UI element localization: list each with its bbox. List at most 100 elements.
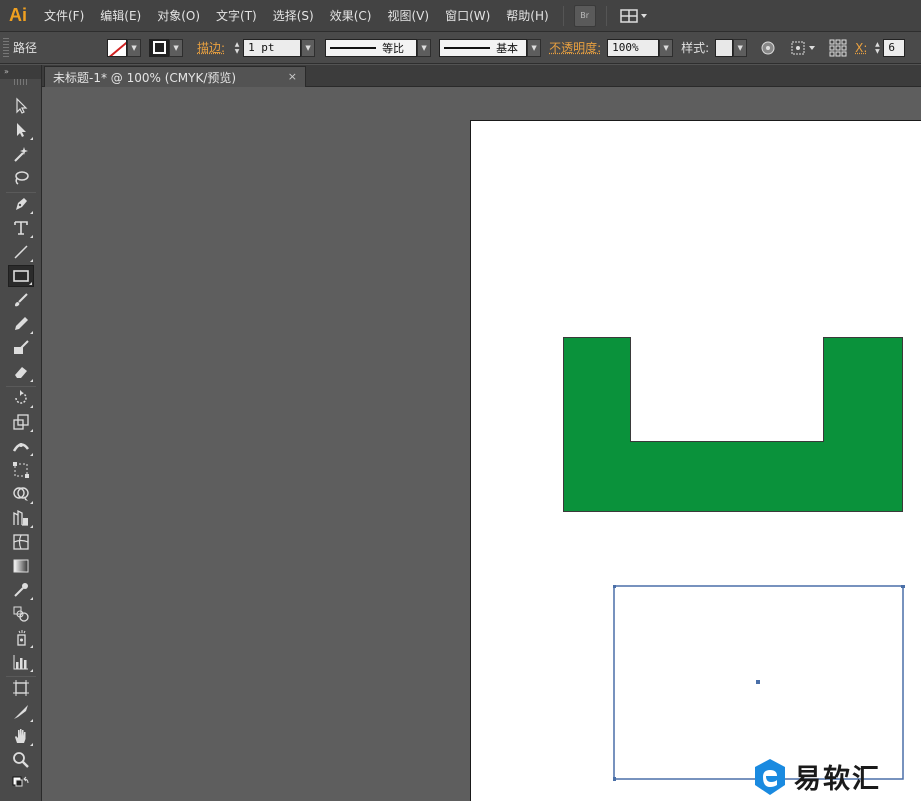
grid-icon <box>829 39 847 56</box>
gradient-tool[interactable] <box>8 555 34 577</box>
green-u-shape[interactable] <box>563 337 904 513</box>
perspective-grid-tool[interactable] <box>8 507 34 529</box>
opacity-dropdown[interactable]: ▼ <box>659 38 674 57</box>
menu-effect[interactable]: 效果(C) <box>322 0 380 32</box>
eyedropper-tool[interactable] <box>8 579 34 601</box>
x-position-stepper[interactable]: ▲ ▼ <box>871 39 883 57</box>
close-tab-icon[interactable]: × <box>288 70 297 83</box>
stroke-dropdown[interactable]: ▼ <box>169 38 184 57</box>
document-tab[interactable]: 未标题-1* @ 100% (CMYK/预览) × <box>44 66 306 87</box>
arrange-documents-button[interactable] <box>617 5 651 27</box>
profile-dropdown[interactable]: ▼ <box>417 38 432 57</box>
stroke-weight-field[interactable]: 1 pt <box>243 38 302 57</box>
type-tool[interactable] <box>8 217 34 239</box>
reference-point-icon <box>791 41 816 54</box>
pen-tool[interactable] <box>8 193 34 215</box>
recolor-artwork-button[interactable] <box>757 37 779 59</box>
color-wheel-icon <box>761 41 775 54</box>
scale-tool[interactable] <box>8 411 34 433</box>
paintbrush-tool[interactable] <box>8 289 34 311</box>
slice-knife-icon <box>14 705 28 719</box>
direct-selection-arrow-icon <box>17 123 26 137</box>
column-graph-tool[interactable] <box>8 651 34 673</box>
graphic-style-swatch[interactable] <box>715 38 734 57</box>
tools-panel-collapse[interactable]: » <box>0 65 41 79</box>
pencil-tool[interactable] <box>8 313 34 335</box>
line-segment-icon <box>14 245 28 259</box>
menu-type[interactable]: 文字(T) <box>208 0 265 32</box>
selection-tool[interactable] <box>8 95 34 117</box>
rotate-tool[interactable] <box>8 387 34 409</box>
menu-file[interactable]: 文件(F) <box>36 0 92 32</box>
menu-help[interactable]: 帮助(H) <box>498 0 556 32</box>
center-point[interactable] <box>756 680 760 684</box>
hand-tool[interactable] <box>8 725 34 747</box>
stroke-weight-dropdown[interactable]: ▼ <box>301 38 316 57</box>
x-position-label[interactable]: X: <box>855 41 867 55</box>
variable-width-profile[interactable]: 等比 <box>325 38 418 57</box>
watermark-logo-icon <box>755 758 785 795</box>
direct-selection-tool[interactable] <box>8 119 34 141</box>
menu-separator <box>605 5 607 26</box>
width-icon <box>12 443 30 452</box>
bridge-button[interactable]: Br <box>573 4 596 27</box>
shape-builder-tool[interactable] <box>8 483 34 505</box>
blend-tool[interactable] <box>8 603 34 625</box>
anchor-point[interactable] <box>613 585 616 588</box>
control-bar-grip[interactable] <box>3 37 9 58</box>
symbol-sprayer-tool[interactable] <box>8 627 34 649</box>
fill-dropdown[interactable]: ▼ <box>127 38 142 57</box>
anchor-point[interactable] <box>901 585 905 588</box>
blend-icon <box>13 606 29 622</box>
brush-dropdown[interactable]: ▼ <box>527 38 542 57</box>
canvas-area[interactable] <box>42 87 921 801</box>
line-segment-tool[interactable] <box>8 241 34 263</box>
blob-brush-tool[interactable] <box>8 337 34 359</box>
symbol-sprayer-icon <box>17 630 26 646</box>
stroke-weight-stepper[interactable]: ▲ ▼ <box>231 39 243 57</box>
stroke-swatch[interactable] <box>149 38 170 57</box>
rectangle-tool[interactable] <box>8 265 34 287</box>
align-grid-button[interactable] <box>827 37 849 59</box>
perspective-grid-icon <box>13 509 28 526</box>
column-graph-icon <box>13 655 28 670</box>
menu-separator <box>562 5 564 26</box>
opacity-label[interactable]: 不透明度: <box>549 39 601 56</box>
mesh-icon <box>13 534 29 550</box>
object-type-label: 路径 <box>13 41 38 55</box>
style-dropdown[interactable]: ▼ <box>733 38 748 57</box>
lasso-tool[interactable] <box>8 167 34 189</box>
brush-definition[interactable]: 基本 <box>439 38 528 57</box>
width-tool[interactable] <box>8 435 34 457</box>
free-transform-tool[interactable] <box>8 459 34 481</box>
profile-label: 等比 <box>382 41 405 55</box>
menu-view[interactable]: 视图(V) <box>379 0 437 32</box>
eyedropper-icon <box>14 583 28 597</box>
eraser-tool[interactable] <box>8 361 34 383</box>
menu-select[interactable]: 选择(S) <box>265 0 322 32</box>
pencil-icon <box>15 317 28 330</box>
zoom-tool[interactable] <box>8 749 34 771</box>
anchor-point[interactable] <box>613 777 616 781</box>
opacity-field[interactable]: 100% <box>607 38 660 57</box>
menu-window[interactable]: 窗口(W) <box>437 0 498 32</box>
tools-panel-grip[interactable] <box>14 79 27 85</box>
fill-stroke-swap[interactable] <box>8 775 34 795</box>
fill-swatch[interactable] <box>107 38 128 57</box>
transform-reference-button[interactable] <box>789 37 819 59</box>
profile-line-icon <box>330 46 377 49</box>
menu-edit[interactable]: 编辑(E) <box>92 0 149 32</box>
mesh-tool[interactable] <box>8 531 34 553</box>
stroke-label[interactable]: 描边: <box>197 39 225 56</box>
document-tab-bar: 未标题-1* @ 100% (CMYK/预览) × <box>42 65 921 87</box>
eraser-icon <box>15 367 27 378</box>
magic-wand-tool[interactable] <box>8 143 34 165</box>
pen-nib-icon <box>16 198 27 210</box>
slice-tool[interactable] <box>8 701 34 723</box>
x-position-field[interactable]: 6 <box>883 38 906 57</box>
gradient-icon <box>13 559 29 573</box>
paintbrush-icon <box>15 293 28 307</box>
menu-object[interactable]: 对象(O) <box>149 0 208 32</box>
watermark-text: 易软汇 <box>794 764 881 795</box>
artboard-tool[interactable] <box>8 677 34 699</box>
